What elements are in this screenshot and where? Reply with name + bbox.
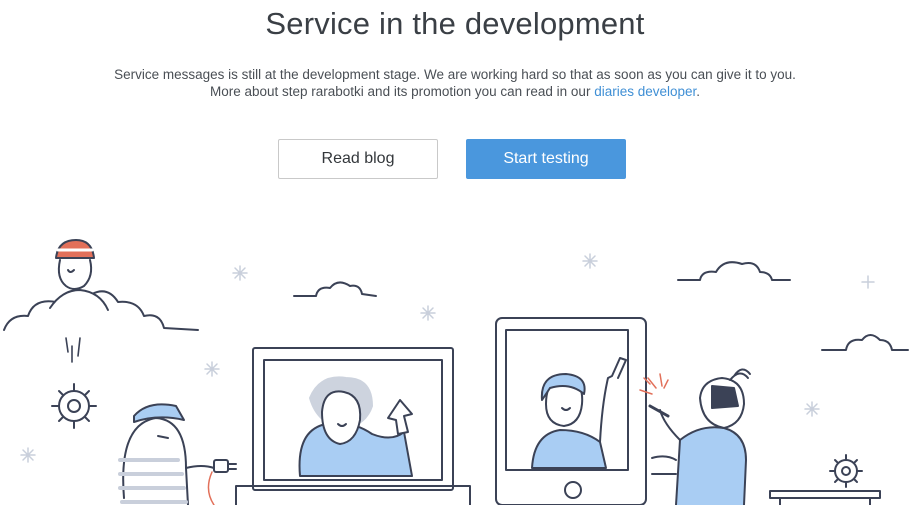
diaries-developer-link[interactable]: diaries developer: [594, 84, 696, 99]
gear-icon: [829, 454, 863, 488]
cloud-icon: [293, 281, 377, 297]
gear-icon: [51, 383, 97, 429]
description-line-2-end: .: [696, 84, 701, 99]
cloud-icon: [3, 289, 199, 331]
cloud-icon: [677, 261, 791, 281]
construction-illustration: [3, 239, 909, 505]
start-testing-button[interactable]: Start testing: [466, 139, 626, 179]
description-line-1: Service messages is still at the develop…: [114, 67, 796, 82]
read-blog-button[interactable]: Read blog: [278, 139, 438, 179]
description-line-2: More about step rarabotki and its promot…: [0, 83, 910, 100]
page-description: Service messages is still at the develop…: [0, 66, 910, 100]
page-title: Service in the development: [265, 6, 645, 41]
description-line-2-text: More about step rarabotki and its promot…: [209, 84, 595, 99]
cloud-icon: [821, 334, 909, 351]
